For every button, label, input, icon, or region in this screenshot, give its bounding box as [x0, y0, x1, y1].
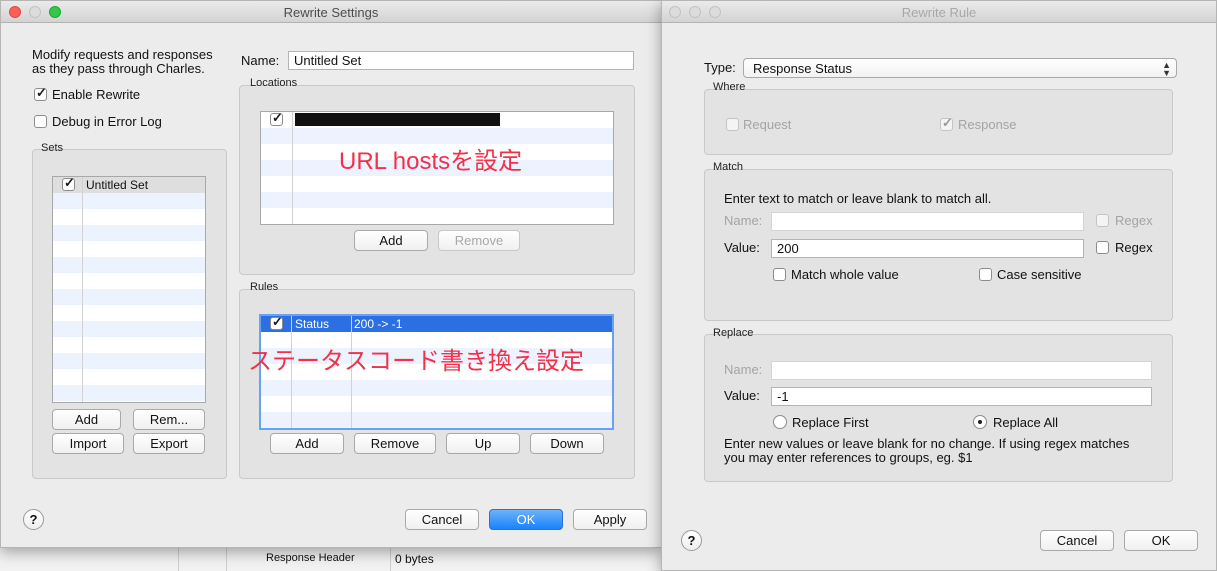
titlebar: Rewrite Settings	[1, 1, 661, 23]
bg-row-label: Response Header	[266, 552, 355, 564]
match-name-label: Name:	[724, 213, 763, 228]
match-whole-value-checkbox[interactable]	[773, 268, 786, 281]
rule-enabled-checkbox[interactable]	[270, 316, 283, 330]
enable-rewrite-checkbox[interactable]	[34, 85, 47, 101]
match-name-regex-checkbox[interactable]	[1096, 214, 1109, 227]
add-location-button[interactable]: Add	[354, 230, 428, 251]
cancel-button[interactable]: Cancel	[405, 509, 479, 530]
rewrite-rule-window: Rewrite Rule Type: Response Status ▲ ▼ W…	[661, 0, 1217, 571]
match-group-label: Match	[713, 161, 743, 173]
match-whole-value-label: Match whole value	[791, 267, 899, 282]
replace-note-line2: you may enter references to groups, eg. …	[724, 450, 973, 465]
match-value-regex-label: Regex	[1115, 240, 1153, 255]
case-sensitive-checkbox[interactable]	[979, 268, 992, 281]
rules-group-label: Rules	[250, 281, 279, 293]
sets-group-label: Sets	[41, 142, 64, 154]
type-label: Type:	[704, 60, 736, 75]
export-button[interactable]: Export	[133, 433, 205, 454]
replace-name-input[interactable]	[771, 361, 1152, 380]
move-rule-down-button[interactable]: Down	[530, 433, 604, 454]
add-rule-button[interactable]: Add	[270, 433, 344, 454]
help-button[interactable]: ?	[681, 530, 702, 551]
window-title: Rewrite Rule	[901, 5, 977, 20]
locations-annotation: URL hostsを設定	[339, 148, 523, 175]
replace-all-label: Replace All	[993, 415, 1059, 430]
rule-action: 200 -> -1	[354, 317, 403, 331]
match-name-input[interactable]	[771, 212, 1084, 231]
sets-table[interactable]: Untitled Set	[52, 176, 206, 403]
window-title: Rewrite Settings	[283, 5, 379, 20]
case-sensitive-label: Case sensitive	[997, 267, 1082, 282]
ok-button[interactable]: OK	[489, 509, 563, 530]
type-select-value: Response Status	[753, 61, 853, 76]
bg-row-value: 0 bytes	[395, 552, 434, 566]
debug-error-log-label: Debug in Error Log	[52, 114, 162, 129]
redacted-host-bar	[295, 113, 500, 126]
remove-rule-button[interactable]: Remove	[354, 433, 436, 454]
replace-name-label: Name:	[724, 362, 763, 377]
remove-location-button[interactable]: Remove	[438, 230, 520, 251]
move-rule-up-button[interactable]: Up	[446, 433, 520, 454]
set-enabled-checkbox[interactable]	[62, 177, 75, 191]
debug-error-log-checkbox[interactable]	[34, 115, 47, 128]
rule-type: Status	[295, 317, 330, 331]
where-response-label: Response	[958, 117, 1017, 132]
replace-first-label: Replace First	[792, 415, 869, 430]
match-name-regex-label: Regex	[1115, 213, 1153, 228]
match-instructions: Enter text to match or leave blank to ma…	[724, 191, 992, 206]
set-name: Untitled Set	[86, 178, 149, 192]
titlebar: Rewrite Rule	[662, 1, 1216, 23]
name-label: Name:	[241, 53, 280, 68]
replace-first-radio[interactable]	[773, 415, 787, 429]
cancel-button[interactable]: Cancel	[1040, 530, 1114, 551]
add-set-button[interactable]: Add	[52, 409, 121, 430]
help-button[interactable]: ?	[23, 509, 44, 530]
replace-note-line1: Enter new values or leave blank for no c…	[724, 436, 1130, 451]
replace-group-label: Replace	[713, 327, 754, 339]
enable-rewrite-label: Enable Rewrite	[52, 87, 141, 102]
set-name-input[interactable]: Untitled Set	[288, 51, 634, 70]
ok-button[interactable]: OK	[1124, 530, 1198, 551]
match-value-input[interactable]: 200	[771, 239, 1084, 258]
where-request-label: Request	[743, 117, 792, 132]
where-group-label: Where	[713, 81, 746, 93]
remove-set-button[interactable]: Rem...	[133, 409, 205, 430]
rewrite-settings-window: Rewrite Settings Modify requests and res…	[0, 0, 662, 548]
match-value-regex-checkbox[interactable]	[1096, 241, 1109, 254]
replace-all-radio[interactable]	[973, 415, 987, 429]
chevron-down-icon: ▼	[1162, 68, 1171, 78]
import-button[interactable]: Import	[52, 433, 124, 454]
apply-button[interactable]: Apply	[573, 509, 647, 530]
where-response-checkbox[interactable]	[940, 115, 953, 131]
rules-annotation: ステータスコード書き換え設定	[248, 348, 584, 375]
replace-value-input[interactable]: -1	[771, 387, 1152, 406]
replace-value-label: Value:	[724, 388, 760, 403]
match-value-label: Value:	[724, 240, 760, 255]
where-request-checkbox[interactable]	[726, 118, 739, 131]
locations-group-label: Locations	[250, 77, 298, 89]
description-text: Modify requests and responses as they pa…	[32, 47, 213, 76]
type-select[interactable]: Response Status ▲ ▼	[743, 58, 1177, 78]
location-enabled-checkbox[interactable]	[270, 112, 283, 126]
